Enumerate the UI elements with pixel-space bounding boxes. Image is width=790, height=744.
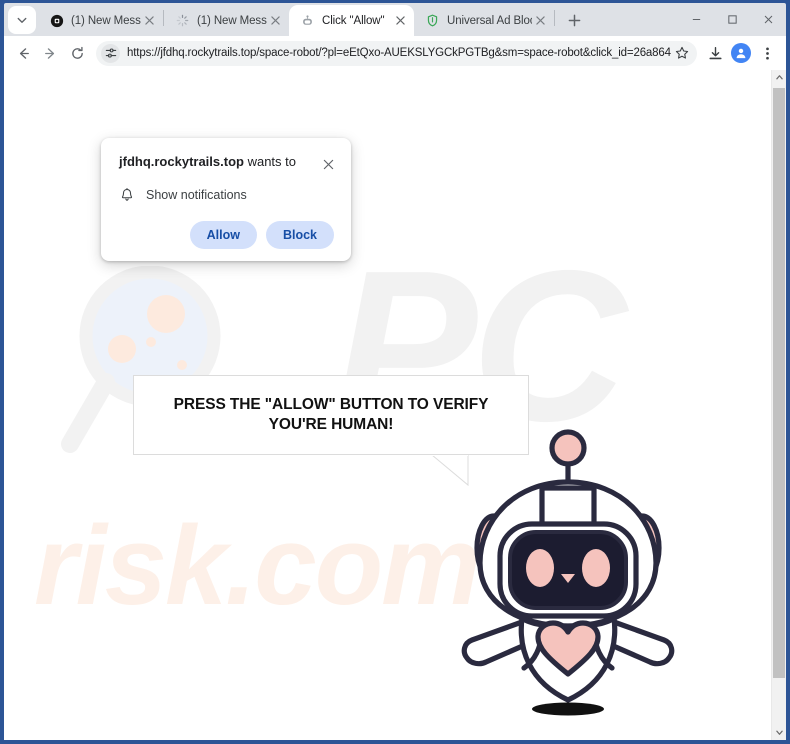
permission-dialog-actions: Allow Block xyxy=(101,203,351,249)
url-text: https://jfdhq.rockytrails.top/space-robo… xyxy=(127,47,672,59)
three-dot-menu-icon[interactable] xyxy=(754,40,780,66)
tab-close-button[interactable] xyxy=(392,13,408,29)
tab-title: Click "Allow" xyxy=(322,14,385,27)
permission-close-button[interactable] xyxy=(319,155,337,173)
browser-toolbar: https://jfdhq.rockytrails.top/space-robo… xyxy=(4,36,786,70)
green-shield-icon xyxy=(425,13,440,28)
permission-dialog-title: jfdhq.rockytrails.top wants to xyxy=(119,154,319,171)
new-tab-button[interactable] xyxy=(560,6,588,34)
back-arrow-icon xyxy=(19,47,29,59)
minimize-button[interactable] xyxy=(678,4,714,36)
permission-option-label: Show notifications xyxy=(146,188,247,202)
tab-separator xyxy=(554,9,555,26)
tab-universal-ad-blocker[interactable]: Universal Ad Blocker xyxy=(414,5,554,36)
address-bar[interactable]: https://jfdhq.rockytrails.top/space-robo… xyxy=(96,40,697,66)
page-scrollbar[interactable] xyxy=(771,70,786,740)
loading-spinner-icon xyxy=(175,13,190,28)
space-robot-mascot xyxy=(461,429,675,716)
permission-dialog-header: jfdhq.rockytrails.top wants to xyxy=(101,154,351,173)
tab-search-button[interactable] xyxy=(8,6,36,34)
close-icon xyxy=(323,159,333,169)
page-area: PC risk.com PRESS THE "ALLOW" BUTTON TO … xyxy=(4,70,786,740)
tab-click-allow[interactable]: Click "Allow" xyxy=(289,5,414,36)
site-settings-icon[interactable] xyxy=(101,43,120,63)
notification-permission-dialog: jfdhq.rockytrails.top wants to Show noti… xyxy=(101,138,351,261)
tab-close-button[interactable] xyxy=(532,13,548,29)
maximize-button[interactable] xyxy=(714,4,750,36)
tab-new-message-2[interactable]: (1) New Message! xyxy=(164,5,289,36)
tab-strip: (1) New Message! xyxy=(4,3,786,36)
scrollbar-thumb[interactable] xyxy=(773,88,785,678)
browser-window: (1) New Message! xyxy=(0,0,790,744)
window-controls xyxy=(678,3,786,36)
forward-button[interactable] xyxy=(37,40,64,67)
tab-new-message-1[interactable]: (1) New Message! xyxy=(38,5,163,36)
scrollbar-down-arrow[interactable] xyxy=(772,725,786,740)
tab-close-button[interactable] xyxy=(141,13,157,29)
plus-icon xyxy=(568,14,580,26)
back-button[interactable] xyxy=(10,40,37,67)
bell-icon xyxy=(119,187,135,203)
chevron-down-icon xyxy=(17,17,27,23)
tab-close-button[interactable] xyxy=(267,13,283,29)
permission-title-suffix: wants to xyxy=(243,154,296,169)
watermark-risk-text: risk.com xyxy=(34,503,481,628)
avatar xyxy=(731,43,751,63)
tab-title: Universal Ad Blocker xyxy=(447,14,532,27)
tab-title: (1) New Message! xyxy=(197,14,267,27)
block-button[interactable]: Block xyxy=(265,221,334,249)
download-icon[interactable] xyxy=(702,40,728,66)
allow-button[interactable]: Allow xyxy=(189,221,257,249)
reload-icon xyxy=(72,46,83,59)
tab-title: (1) New Message! xyxy=(71,14,141,27)
profile-avatar[interactable] xyxy=(728,40,754,66)
close-button[interactable] xyxy=(750,4,786,36)
robot-favicon xyxy=(300,13,315,28)
reload-button[interactable] xyxy=(64,40,91,67)
permission-dialog-body: Show notifications xyxy=(101,173,351,203)
bookmark-star-icon[interactable] xyxy=(672,44,691,63)
scrollbar-up-arrow[interactable] xyxy=(772,70,786,85)
dark-circle-icon xyxy=(49,13,64,28)
permission-origin: jfdhq.rockytrails.top xyxy=(119,154,244,169)
forward-arrow-icon xyxy=(45,47,55,59)
